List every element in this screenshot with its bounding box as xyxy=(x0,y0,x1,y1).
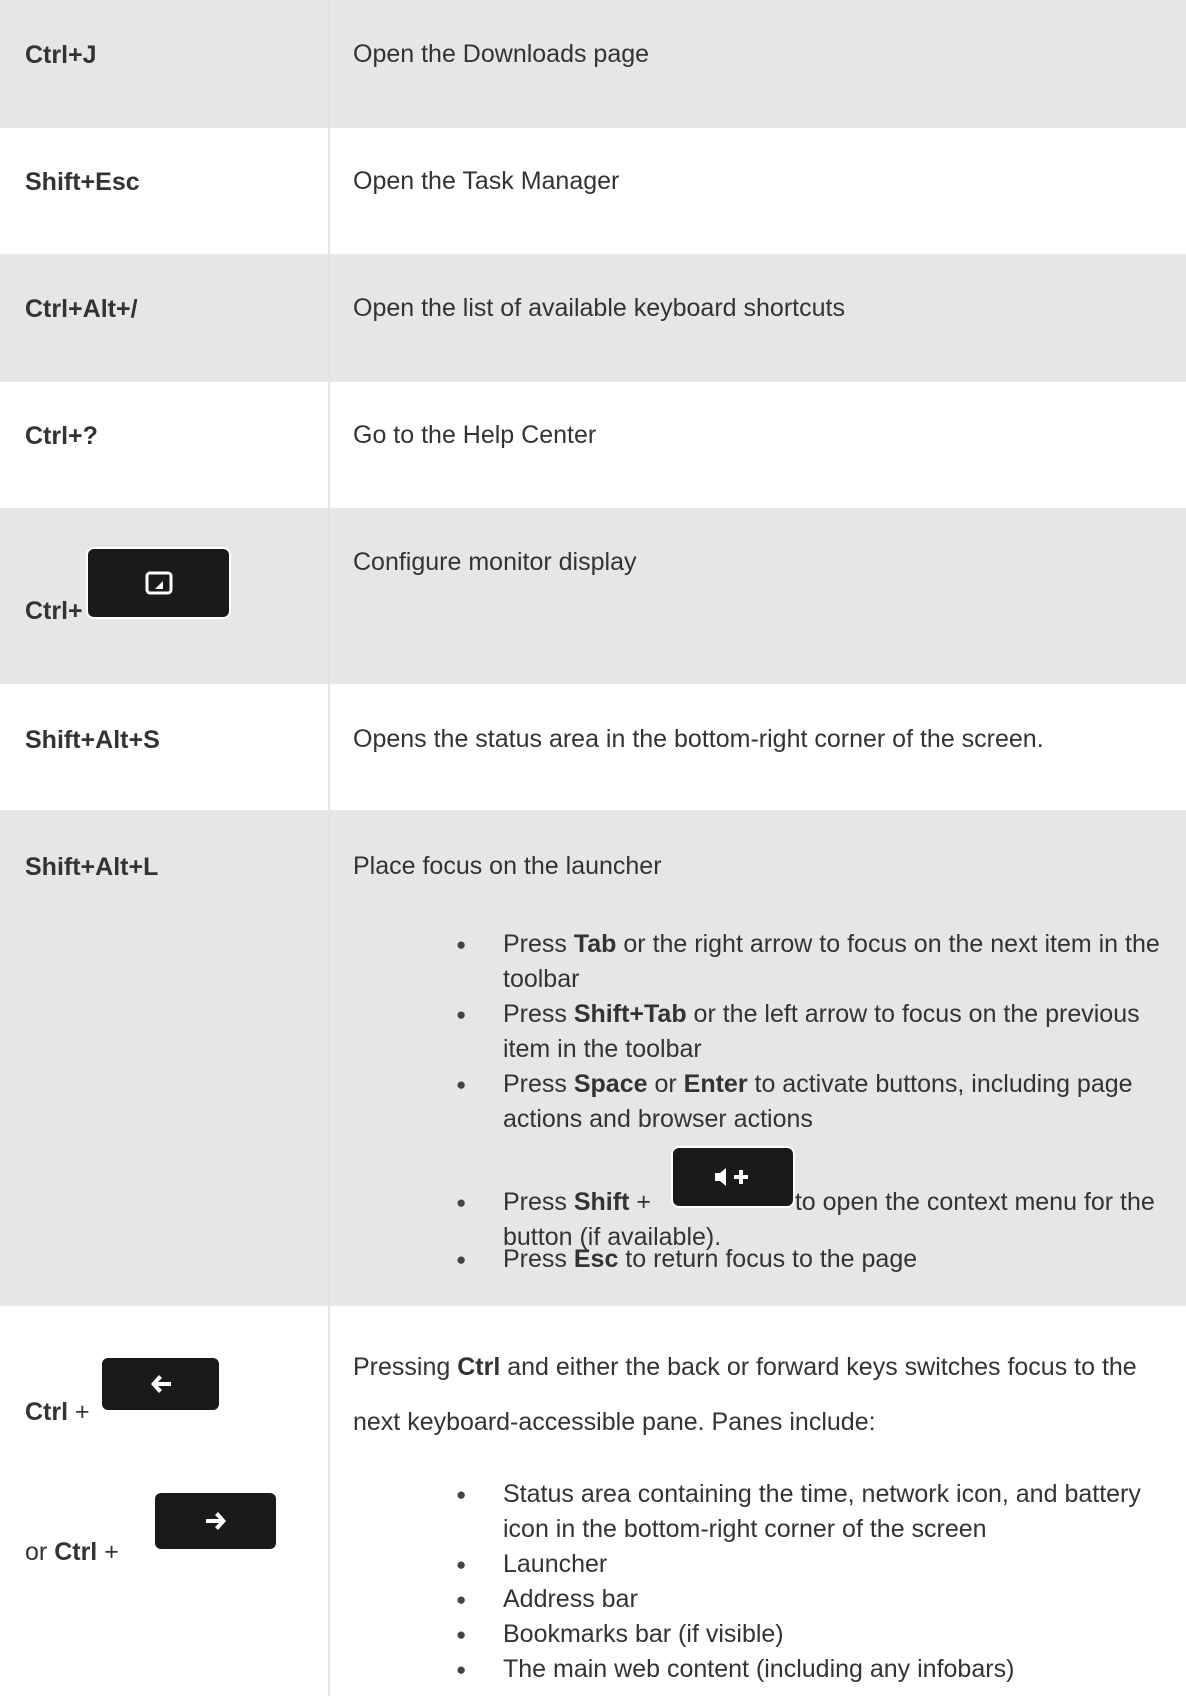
list-item: ● Press Shift+Tab or the left arrow to fo… xyxy=(353,997,1166,1067)
bullet-dot: ● xyxy=(456,1625,467,1644)
table-row: Ctrl+? Go to the Help Center xyxy=(0,382,1186,509)
table-row: Shift+Esc Open the Task Manager xyxy=(0,128,1186,255)
shortcut-key: Shift+Alt+S xyxy=(25,726,160,754)
column-divider xyxy=(328,684,330,810)
switch-window-key-icon xyxy=(88,549,229,617)
bullet-dot: ● xyxy=(456,1075,467,1094)
table-row: Ctrl+ Configure monitor display xyxy=(0,509,1186,684)
list-item: ● Press Space or Enter to activate button… xyxy=(353,1067,1166,1137)
shortcut-description: Place focus on the launcher xyxy=(353,852,662,880)
bullet-dot: ● xyxy=(456,1250,467,1269)
shortcut-key: Ctrl+Alt+/ xyxy=(25,295,138,323)
bullet-dot: ● xyxy=(456,1005,467,1024)
shortcut-description: Go to the Help Center xyxy=(353,421,597,449)
list-item: ● Press Esc to return focus to the page xyxy=(353,1242,1166,1277)
shortcut-key: Shift+Alt+L xyxy=(25,853,159,881)
shortcuts-table: Ctrl+J Open the Downloads page Shift+Esc… xyxy=(0,0,1186,1696)
table-row: Ctrl + or Ctrl + Pressing Ctrl and eithe… xyxy=(0,1306,1186,1696)
shortcut-key: Ctrl+? xyxy=(25,422,98,450)
forward-arrow-key-icon xyxy=(155,1493,276,1549)
table-row: Ctrl+J Open the Downloads page xyxy=(0,0,1186,128)
bullet-dot: ● xyxy=(456,1660,467,1679)
shortcut-key: Shift+Esc xyxy=(25,168,140,196)
bullet-dot: ● xyxy=(456,1590,467,1609)
shortcut-key: Ctrl+ xyxy=(25,597,83,625)
bullet-dot: ● xyxy=(456,1485,467,1504)
back-arrow-key-icon xyxy=(102,1358,219,1410)
bullet-dot: ● xyxy=(456,1193,467,1212)
column-divider xyxy=(328,0,330,127)
list-item: ● Bookmarks bar (if visible) xyxy=(353,1617,1166,1652)
shortcut-key: Ctrl+J xyxy=(25,41,97,69)
shortcut-description: Open the Downloads page xyxy=(353,40,650,68)
shortcut-description: Open the list of available keyboard shor… xyxy=(353,294,845,322)
shortcut-description: Open the Task Manager xyxy=(353,167,620,195)
bullet-dot: ● xyxy=(456,1555,467,1574)
list-item: ● Status area containing the time, networ… xyxy=(353,1477,1166,1547)
list-item: ● The main web content (including any inf… xyxy=(353,1652,1166,1687)
column-divider xyxy=(328,811,330,1305)
column-divider xyxy=(328,255,330,381)
shortcut-key-alt: or Ctrl + xyxy=(25,1538,119,1566)
shortcut-key: Ctrl + xyxy=(25,1398,90,1426)
list-item: ● Press Tab or the right arrow to focus o… xyxy=(353,927,1166,997)
shortcut-description: Pressing Ctrl and either the back or for… xyxy=(353,1353,1137,1436)
volume-up-key-icon xyxy=(673,1148,793,1206)
shortcut-description: Opens the status area in the bottom-righ… xyxy=(353,725,1044,753)
list-item: ● Launcher xyxy=(353,1547,1166,1582)
column-divider xyxy=(328,509,330,683)
table-row: Shift+Alt+S Opens the status area in the… xyxy=(0,684,1186,811)
column-divider xyxy=(328,128,330,254)
shortcut-description: Configure monitor display xyxy=(353,548,637,576)
list-item: ● Address bar xyxy=(353,1582,1166,1617)
table-row: Ctrl+Alt+/ Open the list of available ke… xyxy=(0,255,1186,382)
table-row: Shift+Alt+L Place focus on the launcher … xyxy=(0,811,1186,1306)
bullet-list: ● Press Tab or the right arrow to focus o… xyxy=(353,927,1166,1277)
column-divider xyxy=(328,382,330,508)
bullet-dot: ● xyxy=(456,935,467,954)
bullet-list: ● Status area containing the time, networ… xyxy=(353,1477,1166,1687)
column-divider xyxy=(328,1306,330,1696)
